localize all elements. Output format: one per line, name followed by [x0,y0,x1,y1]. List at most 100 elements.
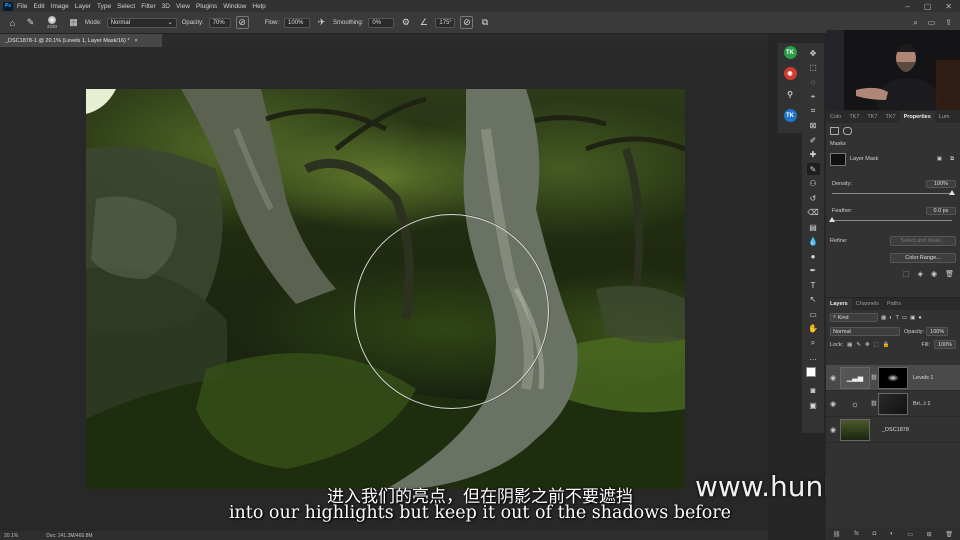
vector-mask-icon[interactable] [843,127,852,135]
tab-lum[interactable]: Lum [935,111,954,123]
pixel-mask-icon[interactable] [830,127,839,135]
brush-tool-icon[interactable]: ✎ [24,16,37,29]
toggle-mask-eye-icon[interactable]: ◉ [931,270,937,278]
add-vector-mask-icon[interactable]: ⧉ [950,156,954,163]
layer-row-levels[interactable]: ◉ ▁▃▅ ⛓ Levels 1 [826,365,960,391]
menu-type[interactable]: Type [97,3,111,10]
add-mask-icon[interactable]: ◘ [873,531,877,537]
tab-color[interactable]: Colo [826,111,845,123]
tab-paths[interactable]: Paths [883,298,905,310]
chain-link-icon[interactable]: ⛓ [870,401,878,407]
rectangle-tool-icon[interactable]: ▭ [807,308,820,320]
select-and-mask-button[interactable]: Select and Mask... [890,236,956,246]
pressure-size-icon[interactable]: ⊘ [460,16,474,29]
home-icon[interactable]: ⌂ [6,16,19,29]
angle-field[interactable]: 175° [435,17,456,28]
feather-field[interactable]: 0.0 px [926,207,956,215]
blur-tool-icon[interactable]: 💧 [807,236,820,248]
pin-icon[interactable]: ⚲ [784,88,797,101]
brush-settings-icon[interactable]: ▦ [67,16,80,29]
menu-window[interactable]: Window [223,3,246,10]
airbrush-icon[interactable]: ✈ [315,16,328,29]
tab-tk7-b[interactable]: TK7 [863,111,881,123]
menu-image[interactable]: Image [51,3,69,10]
foreground-color-swatch[interactable] [806,367,816,377]
move-tool-icon[interactable]: ✥ [807,47,820,59]
select-mask-icon[interactable]: ▣ [937,156,942,162]
tk-blue-panel-icon[interactable]: TK [783,109,797,122]
screen-mode-icon[interactable]: ▣ [807,399,820,411]
link-layers-icon[interactable]: ⛓ [833,531,841,538]
hand-tool-icon[interactable]: ✋ [807,323,820,335]
new-adjustment-icon[interactable]: ◐ [890,531,894,537]
layer-opacity-field[interactable]: 100% [926,327,949,336]
tab-layers[interactable]: Layers [826,298,852,310]
menu-edit[interactable]: Edit [33,3,44,10]
dodge-tool-icon[interactable]: ● [807,250,820,262]
visibility-eye-icon[interactable]: ◉ [826,374,840,382]
color-swatches[interactable] [805,366,821,382]
chain-link-icon[interactable]: ⛓ [870,375,878,381]
color-range-button[interactable]: Color Range... [890,253,956,263]
layer-row-background-photo[interactable]: ◉ _DSC1878 [826,417,960,443]
workspace-icon[interactable]: ▭ [928,18,936,27]
symmetry-icon[interactable]: ⧉ [478,16,491,29]
apply-mask-icon[interactable]: ◈ [918,270,923,278]
layer-filter-kind-select[interactable]: ⌕ Kind [830,313,878,322]
filter-toggle-icon[interactable]: ● [918,315,921,321]
tab-tk7-a[interactable]: TK7 [845,111,863,123]
menu-filter[interactable]: Filter [141,3,155,10]
menu-layer[interactable]: Layer [75,3,91,10]
healing-brush-tool-icon[interactable]: ✚ [807,149,820,161]
menu-3d[interactable]: 3D [162,3,170,10]
record-icon[interactable]: ◉ [783,67,797,80]
lock-artboard-icon[interactable]: ⬚ [874,342,879,348]
crop-tool-icon[interactable]: ⌗ [807,105,820,117]
menu-plugins[interactable]: Plugins [196,3,217,10]
lock-transparency-icon[interactable]: ▦ [847,342,852,348]
lock-all-icon[interactable]: 🔒 [883,342,890,348]
visibility-eye-icon[interactable]: ◉ [826,400,840,408]
lock-position-icon[interactable]: ✥ [865,342,870,348]
new-layer-icon[interactable]: ⊞ [927,531,932,538]
tab-tk7-c[interactable]: TK7 [882,111,900,123]
mask-thumbnail[interactable] [830,152,846,166]
delete-layer-icon[interactable]: 🗑 [945,531,953,538]
marquee-tool-icon[interactable]: ⬚ [807,62,820,74]
gradient-tool-icon[interactable]: ▤ [807,221,820,233]
lock-image-icon[interactable]: ✎ [856,342,861,348]
blend-mode-select[interactable]: Normal [830,327,900,336]
flow-field[interactable]: 100% [284,17,311,28]
pen-tool-icon[interactable]: ✒ [807,265,820,277]
share-icon[interactable]: ⇪ [945,18,952,27]
tab-properties[interactable]: Properties [899,111,935,123]
density-slider-handle[interactable] [949,190,955,195]
menu-view[interactable]: View [176,3,190,10]
frame-tool-icon[interactable]: ⊠ [807,120,820,132]
filter-smart-object-icon[interactable]: ▣ [910,315,915,321]
history-brush-tool-icon[interactable]: ↺ [807,192,820,204]
menu-select[interactable]: Select [117,3,135,10]
zoom-level[interactable]: 20.1% [4,533,18,539]
more-tools-icon[interactable]: … [807,352,820,364]
menu-help[interactable]: Help [252,3,265,10]
brush-preset-picker[interactable]: 2230 [42,16,62,29]
delete-mask-icon[interactable]: 🗑 [945,270,954,278]
eyedropper-tool-icon[interactable]: ✐ [807,134,820,146]
smoothing-settings-gear-icon[interactable]: ⚙ [399,16,412,29]
minimize-icon[interactable]: – [905,2,909,11]
load-selection-icon[interactable]: ⬚ [903,270,910,278]
zoom-tool-icon[interactable]: ⌕ [807,337,820,349]
density-field[interactable]: 100% [926,180,956,188]
brush-tool-active-icon[interactable]: ✎ [806,163,820,175]
quick-select-tool-icon[interactable]: ⌖ [807,91,820,103]
layer-mask-thumbnail[interactable] [878,392,908,415]
visibility-eye-icon[interactable]: ◉ [826,426,840,434]
path-selection-tool-icon[interactable]: ↖ [807,294,820,306]
density-slider[interactable] [832,190,955,195]
eraser-tool-icon[interactable]: ⌫ [807,207,820,219]
pressure-opacity-icon[interactable]: ⊘ [235,16,249,29]
close-tab-icon[interactable]: × [135,38,138,44]
feather-slider[interactable] [829,217,952,222]
close-icon[interactable]: ✕ [945,2,952,11]
